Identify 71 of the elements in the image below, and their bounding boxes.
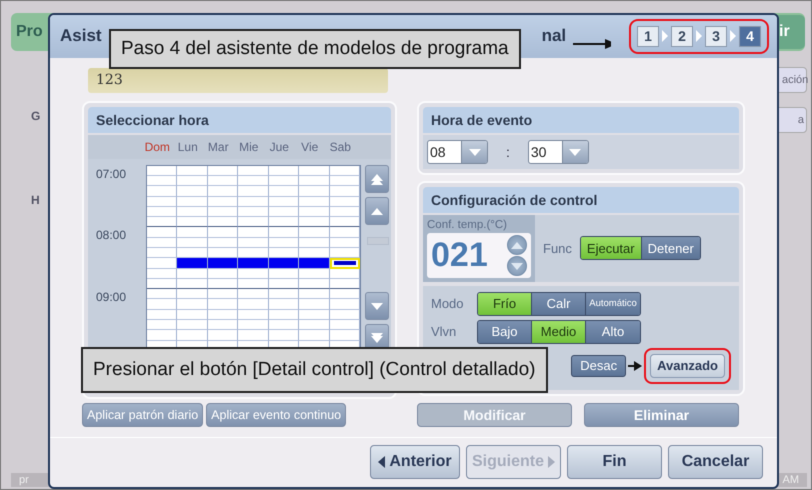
- function-option[interactable]: Detener: [642, 237, 700, 260]
- step-arrow-icon: [695, 29, 703, 44]
- off-option[interactable]: Desac: [571, 354, 626, 377]
- name-field[interactable]: 123: [88, 68, 388, 93]
- function-option[interactable]: Ejecutar: [580, 237, 642, 260]
- setting-label: Modo: [431, 296, 465, 312]
- dialog-button[interactable]: Cancelar: [668, 445, 763, 480]
- apply-button[interactable]: Aplicar patrón diario: [82, 402, 204, 427]
- left-arrow-icon: [378, 456, 386, 468]
- scroll-up-button[interactable]: [365, 196, 390, 225]
- up-icon: [370, 206, 384, 215]
- step-indicator: 4: [739, 26, 761, 47]
- day-label: Mar: [206, 140, 230, 154]
- hour-select[interactable]: 08: [427, 140, 488, 164]
- scroll-thumb[interactable]: [367, 236, 390, 245]
- temperature-value: 021: [431, 236, 488, 275]
- dropdown-icon: [568, 148, 582, 156]
- step-indicator: 1: [637, 26, 659, 47]
- pointer-arrow: [573, 39, 611, 49]
- time-label: 09:00: [96, 290, 126, 304]
- step-arrow-icon: [729, 29, 737, 44]
- increase-button[interactable]: [507, 234, 527, 255]
- advanced-button[interactable]: Avanzado: [650, 354, 725, 378]
- scroll-top-button[interactable]: [365, 164, 390, 193]
- dropdown-icon: [468, 148, 482, 156]
- minute-select[interactable]: 30: [528, 140, 589, 164]
- time-label: 07:00: [96, 166, 126, 181]
- status-text: pr: [19, 474, 29, 486]
- back-button[interactable]: Anterior: [370, 445, 460, 480]
- step-indicator: 3: [705, 26, 727, 47]
- step-arrow-icon: [661, 29, 669, 44]
- time-separator: :: [506, 144, 510, 160]
- step-indicator: 2: [671, 26, 693, 47]
- decrease-button[interactable]: [507, 256, 527, 276]
- panel-title: Seleccionar hora: [88, 106, 391, 133]
- day-label: Vie: [300, 140, 320, 154]
- function-label: Func: [543, 240, 572, 256]
- double-down-icon: [370, 332, 384, 344]
- day-label: Jue: [268, 140, 290, 154]
- day-label: Mie: [238, 140, 260, 154]
- setting-label: Vlvn: [431, 324, 458, 340]
- day-label: Sab: [328, 140, 352, 154]
- apply-button[interactable]: Aplicar evento continuo: [206, 402, 346, 427]
- setting-option[interactable]: Medio: [532, 320, 586, 343]
- down-icon: [370, 302, 384, 310]
- setting-option[interactable]: Bajo: [478, 320, 532, 343]
- status-time: AM: [782, 474, 799, 486]
- down-icon: [510, 262, 524, 270]
- double-up-icon: [370, 172, 384, 185]
- delete-button[interactable]: Eliminar: [584, 402, 739, 427]
- app-title: Pro: [16, 23, 43, 41]
- side-label: H: [31, 193, 40, 207]
- temperature-label: Conf. temp.(°C): [427, 218, 508, 231]
- time-label: 08:00: [96, 228, 126, 242]
- callout-tooltip: Paso 4 del asistente de modelos de programa: [109, 29, 521, 69]
- setting-option[interactable]: Alto: [586, 320, 640, 343]
- setting-option[interactable]: Calr: [532, 292, 586, 315]
- day-label: Lun: [176, 140, 199, 154]
- callout-tooltip: Presionar el botón [Detail control] (Control detallado): [81, 347, 548, 393]
- right-arrow-icon: [548, 456, 555, 468]
- dialog-button[interactable]: Fin: [567, 445, 662, 480]
- setting-option[interactable]: Automático: [586, 292, 640, 315]
- panel-title: Configuración de control: [423, 186, 739, 213]
- setting-option[interactable]: Frío: [478, 292, 532, 315]
- up-icon: [510, 240, 524, 249]
- side-label: G: [31, 109, 40, 123]
- panel-title: Hora de evento: [423, 106, 739, 133]
- dialog-title: nal: [542, 26, 566, 46]
- pointer-arrow: [628, 360, 642, 371]
- day-label: Dom: [144, 140, 171, 154]
- dialog-title: Asist: [60, 26, 102, 46]
